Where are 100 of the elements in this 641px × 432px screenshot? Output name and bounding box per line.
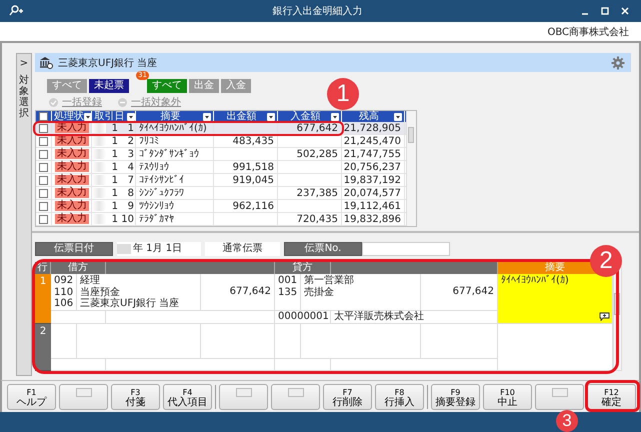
journal-cell[interactable]: 第一営業部 売掛金 [301,274,421,311]
function-key-button[interactable] [59,384,108,410]
account-code: 110 [54,286,73,298]
withdrawal-cell: 962,116 [232,200,274,212]
journal-cell[interactable] [275,324,301,359]
journal-cell[interactable] [331,359,498,371]
debit-amount: 677,642 [230,286,271,298]
journal-cell[interactable]: 677,642 [201,274,275,311]
table-row[interactable]: 未入力 1 4 ﾃｽｳﾘｮｳ 991,518 20,756,237 [36,161,406,174]
voucher-number-field[interactable] [362,242,450,256]
dropdown-icon[interactable] [127,112,135,120]
function-key-button[interactable]: F4 代入項目 [163,384,212,410]
function-key-button[interactable]: F3 付箋 [111,384,160,410]
column-header[interactable]: 摘要 [136,111,214,122]
add-comment-icon[interactable] [599,312,610,321]
description-cell: ﾃﾗﾀﾞｶﾏﾔ [139,214,174,224]
function-key-button[interactable]: F10 中止 [483,384,532,410]
journal-cell[interactable] [301,324,421,359]
table-row[interactable]: 未入力 1 9 ﾂｳｼﾝﾘｮｳ 962,116 19,112,461 [36,200,406,213]
row-checkbox[interactable] [39,214,48,224]
journal-cell[interactable]: 経理 当座預金 三菱東京UFJ銀行 当座 [77,274,201,311]
dropdown-icon[interactable] [84,112,92,120]
function-key-button[interactable]: F9 摘要登録 [431,384,480,410]
month-cell-text: 1 [110,188,118,198]
description-cell: ﾀｲﾍｲﾖｳﾊﾝﾊﾞｲ(ｶ) [139,122,207,134]
select-all-checkbox[interactable] [39,112,48,121]
balance-cell: 19,832,896 [344,214,401,224]
status-filter-tab[interactable]: 未起票 [89,79,129,93]
journal-cell[interactable] [106,359,275,371]
journal-cell[interactable] [51,324,77,359]
voucher-type-field[interactable]: 通常伝票 [205,242,280,256]
highlight-frame [585,380,640,412]
function-key-button[interactable]: F8 行挿入 [375,384,424,410]
dropdown-icon[interactable] [267,112,275,120]
dropdown-icon[interactable] [394,112,402,120]
table-row[interactable]: 未入力 1 10 ﾃﾗﾀﾞｶﾏﾔ 720,435 19,832,896 [36,213,406,226]
description-cell: ｺﾃｲｼｻﾝﾋﾞｲ [139,174,184,186]
day-cell-text: 8 [126,188,134,198]
journal-cell[interactable] [421,324,498,359]
window-title: 銀行入出金明細入力 [272,4,362,18]
journal-cell[interactable] [106,311,275,324]
row-checkbox[interactable] [39,188,48,198]
function-key-button[interactable]: F1 ヘルプ [7,384,56,410]
day-cell-text: 1 [126,122,134,134]
column-header[interactable]: 取引日 [92,111,136,122]
function-key-button[interactable]: F12 確定 [587,384,636,410]
function-key-button[interactable] [219,384,268,410]
journal-cell[interactable]: 00000001 [275,311,331,324]
table-row[interactable]: 未入力 1 3 ｺﾞﾀﾝﾀﾞｻﾝｷﾞｮｳ 502,285 21,747,755 [36,148,406,161]
journal-cell[interactable]: 092 110 106 [51,274,77,311]
balance-cell: 19,837,192 [344,174,401,186]
date-field[interactable]: 年 1月 1日 [117,242,201,256]
memo-cell[interactable]: ﾀｲﾍｲﾖｳﾊﾝﾊﾞｲ(ｶ) [498,274,613,324]
account-name: 経理 [80,275,101,286]
journal-cell[interactable] [77,324,201,359]
row-checkbox[interactable] [39,202,48,210]
balance-cell: 20,756,237 [344,162,401,172]
column-header[interactable]: 入金額 [278,111,342,122]
description-cell: ｺﾞﾀﾝﾀﾞｻﾝｷﾞｮｳ [139,148,199,160]
row-checkbox[interactable] [39,136,48,146]
day-cell-text: 9 [126,200,134,212]
scrollbar[interactable] [406,111,416,226]
close-icon[interactable] [621,7,629,15]
function-key-button[interactable]: F7 行削除 [323,384,372,410]
deposit-cell: 502,285 [296,148,338,160]
journal-cell[interactable] [201,324,275,359]
balance-cell: 20,074,577 [344,188,401,198]
redacted-year [92,123,106,133]
row-number[interactable]: 2 [35,324,51,371]
journal-cell[interactable] [275,359,331,371]
column-header: 借方 [51,262,106,274]
maximize-icon[interactable] [601,7,609,15]
table-row[interactable]: 未入力 1 8 ｼﾝｼﾞｭｸﾌﾗﾜ 237,385 20,074,577 [36,187,406,200]
column-header[interactable]: 処理状 [52,111,92,122]
search-plus-icon[interactable] [8,5,24,17]
journal-cell[interactable]: 太平洋販売株式会社 [331,311,498,324]
row-checkbox[interactable] [39,150,48,158]
journal-cell[interactable]: 001 135 [275,274,301,311]
redacted-year [92,175,106,185]
status-badge: 未入力 [55,175,89,185]
side-tab[interactable]: > 対象選択 [16,53,32,376]
row-checkbox[interactable] [39,162,48,172]
row-checkbox[interactable] [39,176,48,184]
field-label: 伝票No. [284,242,362,256]
function-key-button[interactable] [535,384,584,410]
month-cell-text: 1 [110,174,118,186]
partner-code: 00000001 [278,311,329,322]
row-checkbox[interactable] [39,124,48,132]
function-key-button[interactable] [271,384,320,410]
withdrawal-cell: 991,518 [232,162,274,172]
dropdown-icon[interactable] [331,112,339,120]
journal-cell[interactable] [51,359,106,371]
dropdown-icon[interactable] [203,112,211,120]
day-cell-text: 4 [126,162,134,172]
column-header[interactable]: 出金額 [214,111,278,122]
table-row[interactable]: 未入力 1 7 ｺﾃｲｼｻﾝﾋﾞｲ 919,045 19,837,192 [36,174,406,187]
balance-cell: 21,728,905 [344,122,401,134]
settings-icon[interactable] [611,56,625,70]
type-filter-tab[interactable]: すべて [147,79,187,93]
journal-cell[interactable] [51,311,106,324]
